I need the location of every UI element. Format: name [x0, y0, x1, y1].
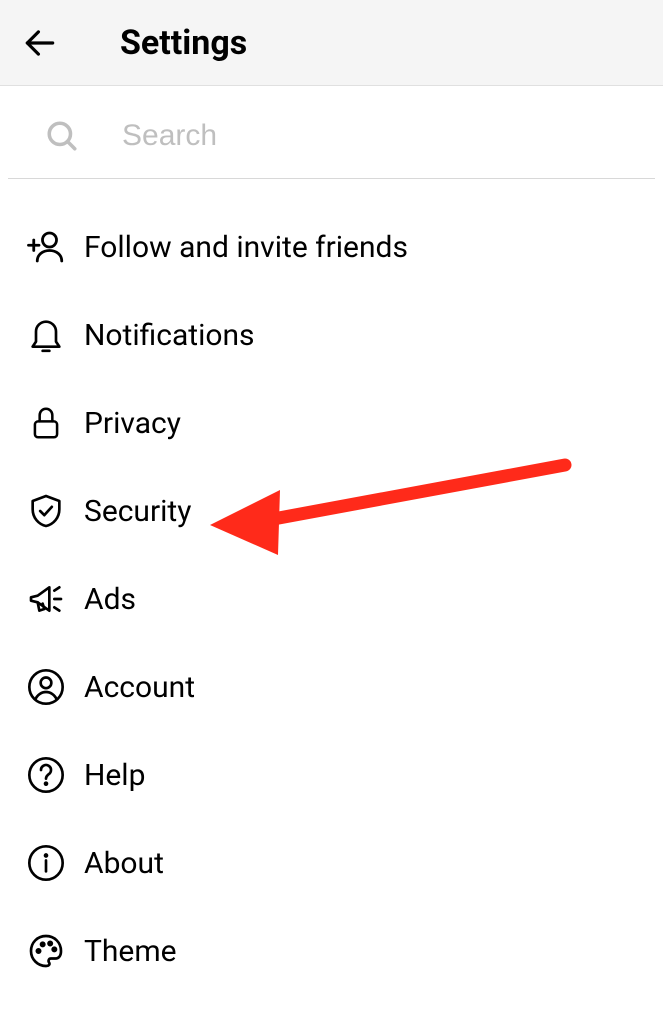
- menu-item-label: About: [84, 846, 164, 881]
- menu-item-about[interactable]: About: [0, 819, 663, 907]
- back-button[interactable]: [18, 21, 62, 65]
- menu-item-follow-invite[interactable]: Follow and invite friends: [0, 203, 663, 291]
- info-circle-icon: [20, 841, 72, 885]
- menu-item-label: Help: [84, 758, 145, 793]
- search-icon: [44, 118, 80, 154]
- menu-item-ads[interactable]: Ads: [0, 555, 663, 643]
- add-person-icon: [20, 225, 72, 269]
- question-circle-icon: [20, 753, 72, 797]
- menu-item-label: Account: [84, 670, 195, 705]
- page-title: Settings: [120, 23, 247, 63]
- menu-item-theme[interactable]: Theme: [0, 907, 663, 995]
- person-circle-icon: [20, 665, 72, 709]
- back-arrow-icon: [21, 24, 59, 62]
- menu-item-label: Follow and invite friends: [84, 230, 408, 265]
- menu-item-label: Security: [84, 494, 191, 529]
- search-row[interactable]: [8, 86, 655, 179]
- lock-icon: [20, 401, 72, 445]
- menu-item-account[interactable]: Account: [0, 643, 663, 731]
- header: Settings: [0, 0, 663, 86]
- menu-item-notifications[interactable]: Notifications: [0, 291, 663, 379]
- search-input[interactable]: [122, 119, 635, 153]
- bell-icon: [20, 313, 72, 357]
- megaphone-icon: [20, 577, 72, 621]
- settings-menu: Follow and invite friends Notifications …: [0, 179, 663, 995]
- palette-icon: [20, 929, 72, 973]
- menu-item-label: Ads: [84, 582, 136, 617]
- menu-item-label: Notifications: [84, 318, 255, 353]
- menu-item-label: Privacy: [84, 406, 181, 441]
- shield-check-icon: [20, 489, 72, 533]
- menu-item-security[interactable]: Security: [0, 467, 663, 555]
- menu-item-privacy[interactable]: Privacy: [0, 379, 663, 467]
- menu-item-help[interactable]: Help: [0, 731, 663, 819]
- menu-item-label: Theme: [84, 934, 177, 969]
